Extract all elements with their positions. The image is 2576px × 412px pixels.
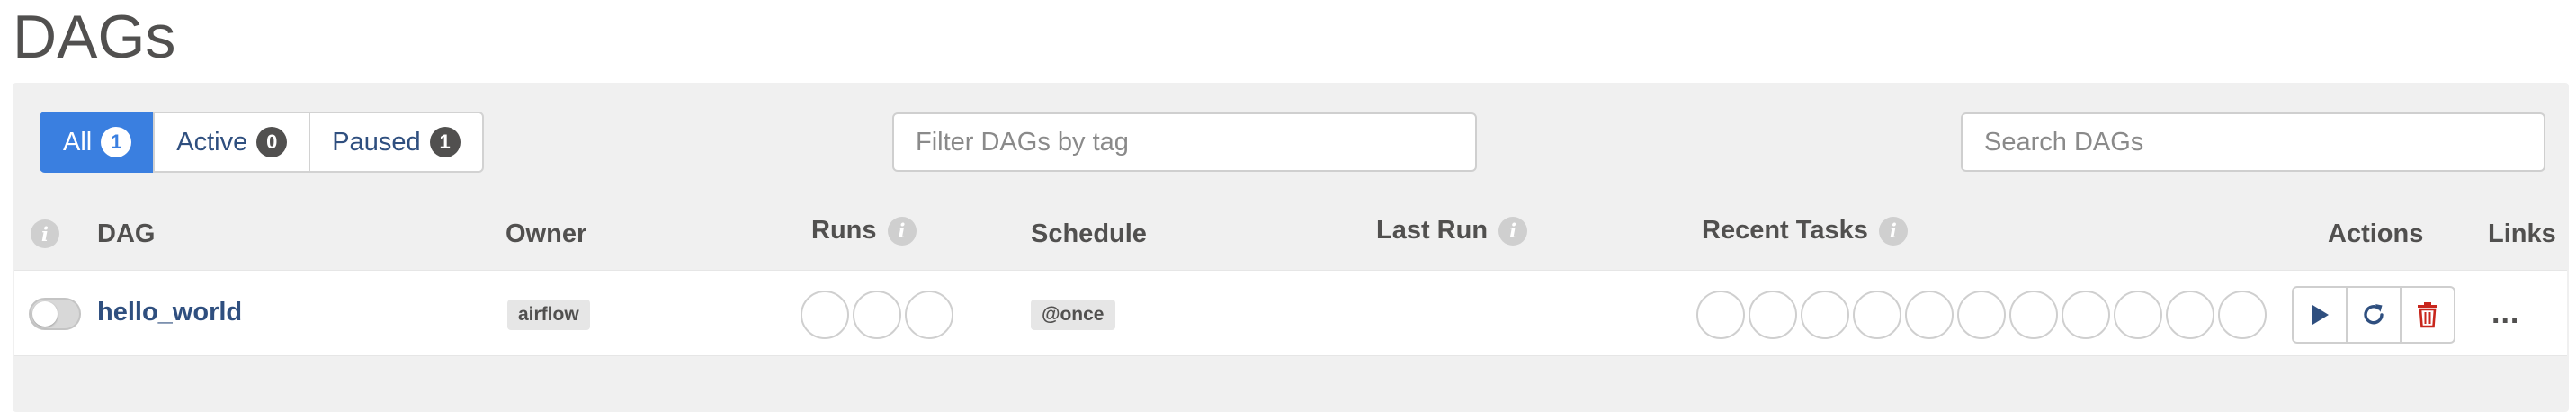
trigger-dag-button[interactable] xyxy=(2292,286,2348,344)
runs-info-icon[interactable]: i xyxy=(887,216,917,246)
task-status-circle[interactable] xyxy=(1801,291,1849,339)
filter-paused-count: 1 xyxy=(429,127,461,157)
toggle-knob xyxy=(32,301,58,327)
recent-task-status-circles xyxy=(1696,291,2270,339)
column-header-links: Links xyxy=(2488,219,2556,249)
task-status-circle[interactable] xyxy=(2166,291,2214,339)
dag-run-status-circles xyxy=(801,291,957,339)
task-status-circle[interactable] xyxy=(1696,291,1745,339)
owner-badge[interactable]: airflow xyxy=(507,300,590,330)
page-title: DAGs xyxy=(13,3,176,71)
filter-paused-label: Paused xyxy=(332,127,421,157)
links-more-menu[interactable]: ... xyxy=(2491,296,2519,331)
info-icon[interactable]: i xyxy=(31,219,59,248)
refresh-icon xyxy=(2364,304,2384,325)
trash-icon xyxy=(2418,302,2437,328)
column-header-owner: Owner xyxy=(505,219,586,249)
schedule-badge[interactable]: @once xyxy=(1031,300,1115,330)
task-status-circle[interactable] xyxy=(1853,291,1901,339)
filter-active-count: 0 xyxy=(256,127,288,157)
status-filter-group: All 1 Active 0 Paused 1 xyxy=(40,112,484,173)
task-status-circle[interactable] xyxy=(1749,291,1797,339)
column-header-recent-tasks: Recent Tasks i xyxy=(1702,216,1908,246)
task-status-circle[interactable] xyxy=(2062,291,2110,339)
recent-tasks-info-icon[interactable]: i xyxy=(1878,216,1908,246)
column-header-schedule-label: Schedule xyxy=(1031,219,1147,248)
filter-all-button[interactable]: All 1 xyxy=(40,112,156,173)
filter-active-button[interactable]: Active 0 xyxy=(153,112,311,173)
column-header-dag: DAG xyxy=(97,219,155,249)
column-header-schedule: Schedule xyxy=(1031,219,1147,249)
dag-list-panel: All 1 Active 0 Paused 1 i DAG Owner Runs… xyxy=(13,83,2569,412)
dag-link-hello-world[interactable]: hello_world xyxy=(97,298,242,327)
tag-filter-input[interactable] xyxy=(892,112,1477,172)
run-status-circle[interactable] xyxy=(801,291,849,339)
column-header-recent-tasks-label: Recent Tasks xyxy=(1702,216,1868,245)
column-header-links-label: Links xyxy=(2488,219,2556,248)
refresh-dag-button[interactable] xyxy=(2346,286,2402,344)
filter-active-label: Active xyxy=(176,127,248,157)
run-status-circle[interactable] xyxy=(853,291,901,339)
column-header-last-run-label: Last Run xyxy=(1376,216,1489,245)
task-status-circle[interactable] xyxy=(1905,291,1954,339)
search-dags-input[interactable] xyxy=(1961,112,2545,172)
filter-paused-button[interactable]: Paused 1 xyxy=(309,112,484,173)
column-header-runs: Runs i xyxy=(811,216,917,246)
column-header-last-run: Last Run i xyxy=(1376,216,1528,246)
header-info: i xyxy=(31,219,59,248)
column-header-dag-label: DAG xyxy=(97,219,156,248)
column-header-runs-label: Runs xyxy=(811,216,877,245)
dag-actions xyxy=(2292,286,2455,344)
column-header-actions-label: Actions xyxy=(2328,219,2424,248)
run-status-circle[interactable] xyxy=(905,291,953,339)
column-header-actions: Actions xyxy=(2328,219,2423,249)
last-run-info-icon[interactable]: i xyxy=(1498,216,1528,246)
task-status-circle[interactable] xyxy=(2009,291,2058,339)
task-status-circle[interactable] xyxy=(2218,291,2267,339)
delete-dag-button[interactable] xyxy=(2400,286,2455,344)
column-header-owner-label: Owner xyxy=(505,219,587,248)
filter-all-count: 1 xyxy=(101,127,132,157)
task-status-circle[interactable] xyxy=(2114,291,2162,339)
task-status-circle[interactable] xyxy=(1957,291,2006,339)
table-row: hello_world airflow @once ... xyxy=(14,270,2567,356)
play-icon xyxy=(2312,305,2329,325)
filter-all-label: All xyxy=(63,127,93,157)
dag-pause-toggle[interactable] xyxy=(29,298,81,330)
